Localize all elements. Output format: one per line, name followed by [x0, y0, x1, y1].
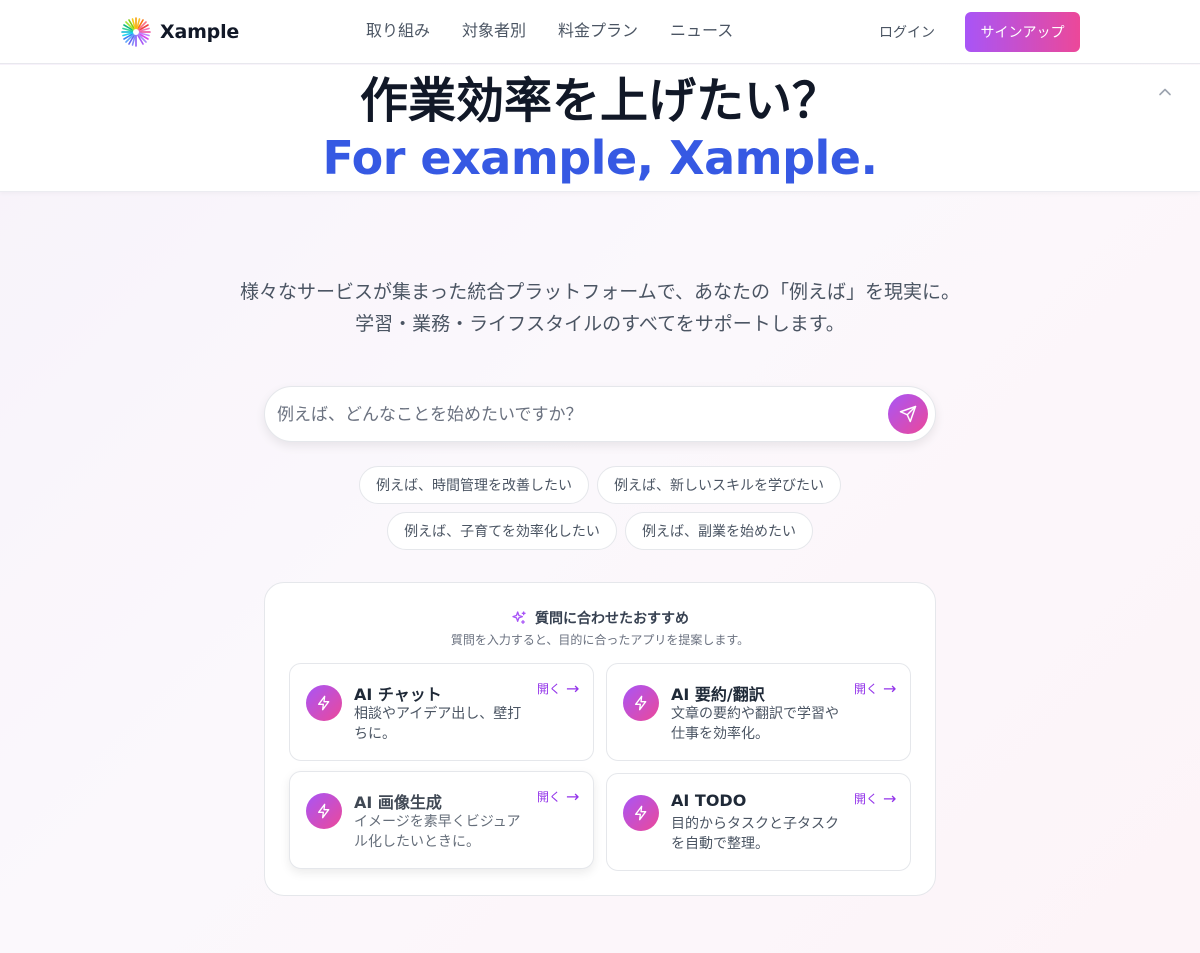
nav-item-news[interactable]: ニュース	[670, 20, 733, 42]
login-link[interactable]: ログイン	[879, 22, 935, 42]
card-description: 目的からタスクと子タスクを自動で整理。	[671, 816, 839, 852]
main-nav: 取り組み 対象者別 料金プラン ニュース	[366, 20, 765, 42]
intro-line-1: 様々なサービスが集まった統合プラットフォームで、あなたの「例えば」を現実に。	[240, 281, 960, 303]
lightning-icon	[635, 805, 647, 821]
card-open-link[interactable]: 開く →	[537, 787, 579, 806]
search-box	[264, 386, 936, 442]
site-header: Xample 取り組み 対象者別 料金プラン ニュース ログイン サインアップ	[0, 0, 1200, 64]
signup-button[interactable]: サインアップ	[965, 12, 1080, 52]
arrow-right-icon: →	[883, 789, 897, 808]
brand-name: Xample	[160, 21, 240, 43]
card-icon-badge	[623, 795, 659, 831]
lightning-icon	[318, 803, 330, 819]
sparkles-icon	[512, 611, 526, 624]
card-icon-badge	[306, 685, 342, 721]
intro-description: 様々なサービスが集まった統合プラットフォームで、あなたの「例えば」を現実に。 学…	[0, 276, 1200, 340]
suggestion-chip-skill[interactable]: 例えば、新しいスキルを学びたい	[597, 466, 841, 504]
card-title: AI 画像生成	[354, 793, 442, 812]
app-card-ai-todo[interactable]: AI TODO 目的からタスクと子タスクを自動で整理。 開く →	[606, 773, 911, 871]
arrow-right-icon: →	[566, 787, 580, 806]
card-description: 相談やアイデア出し、壁打ちに。	[354, 706, 522, 742]
card-open-link[interactable]: 開く →	[854, 679, 896, 698]
starburst-logo-icon	[121, 17, 151, 47]
suggestion-chip-time[interactable]: 例えば、時間管理を改善したい	[359, 466, 589, 504]
intro-line-2: 学習・業務・ライフスタイルのすべてをサポートします。	[355, 313, 845, 335]
open-label: 開く	[854, 682, 879, 696]
nav-item-initiatives[interactable]: 取り組み	[366, 20, 430, 42]
recommendation-title: 質問に合わせたおすすめ	[265, 608, 935, 628]
nav-item-pricing[interactable]: 料金プラン	[558, 20, 638, 42]
card-title: AI TODO	[671, 791, 747, 810]
nav-item-audience[interactable]: 対象者別	[462, 20, 526, 42]
app-card-ai-image[interactable]: AI 画像生成 イメージを素早くビジュアル化したいときに。 開く →	[289, 771, 594, 869]
card-description: 文章の要約や翻訳で学習や仕事を効率化。	[671, 706, 839, 742]
card-icon-badge	[623, 685, 659, 721]
recommendation-title-text: 質問に合わせたおすすめ	[535, 611, 689, 627]
card-title: AI 要約/翻訳	[671, 685, 765, 704]
app-card-ai-chat[interactable]: AI チャット 相談やアイデア出し、壁打ちに。 開く →	[289, 663, 594, 761]
card-icon-badge	[306, 793, 342, 829]
app-card-ai-summary[interactable]: AI 要約/翻訳 文章の要約や翻訳で学習や仕事を効率化。 開く →	[606, 663, 911, 761]
send-button[interactable]	[888, 394, 928, 434]
open-label: 開く	[854, 792, 879, 806]
brand-logo[interactable]: Xample	[120, 16, 239, 48]
lightning-icon	[318, 695, 330, 711]
send-icon	[899, 405, 917, 423]
recommendation-subtitle: 質問を入力すると、目的に合ったアプリを提案します。	[450, 633, 750, 647]
open-label: 開く	[537, 682, 562, 696]
card-open-link[interactable]: 開く →	[537, 679, 579, 698]
hero-title: 作業効率を上げたい？	[359, 73, 840, 129]
card-title: AI チャット	[354, 685, 442, 704]
search-input[interactable]	[277, 395, 877, 435]
hero-subtitle: For example, Xample.	[322, 131, 878, 185]
suggestion-chip-sidejob[interactable]: 例えば、副業を始めたい	[625, 512, 813, 550]
open-label: 開く	[537, 790, 562, 804]
hero-banner: 作業効率を上げたい？ For example, Xample.	[0, 65, 1200, 192]
arrow-right-icon: →	[566, 679, 580, 698]
card-description: イメージを素早くビジュアル化したいときに。	[354, 814, 521, 850]
arrow-right-icon: →	[883, 679, 897, 698]
lightning-icon	[635, 695, 647, 711]
chevron-up-icon[interactable]	[1156, 83, 1174, 101]
suggestion-chip-parenting[interactable]: 例えば、子育てを効率化したい	[387, 512, 617, 550]
recommendation-panel: 質問に合わせたおすすめ 質問を入力すると、目的に合ったアプリを提案します。 AI…	[264, 582, 936, 896]
card-open-link[interactable]: 開く →	[854, 789, 896, 808]
